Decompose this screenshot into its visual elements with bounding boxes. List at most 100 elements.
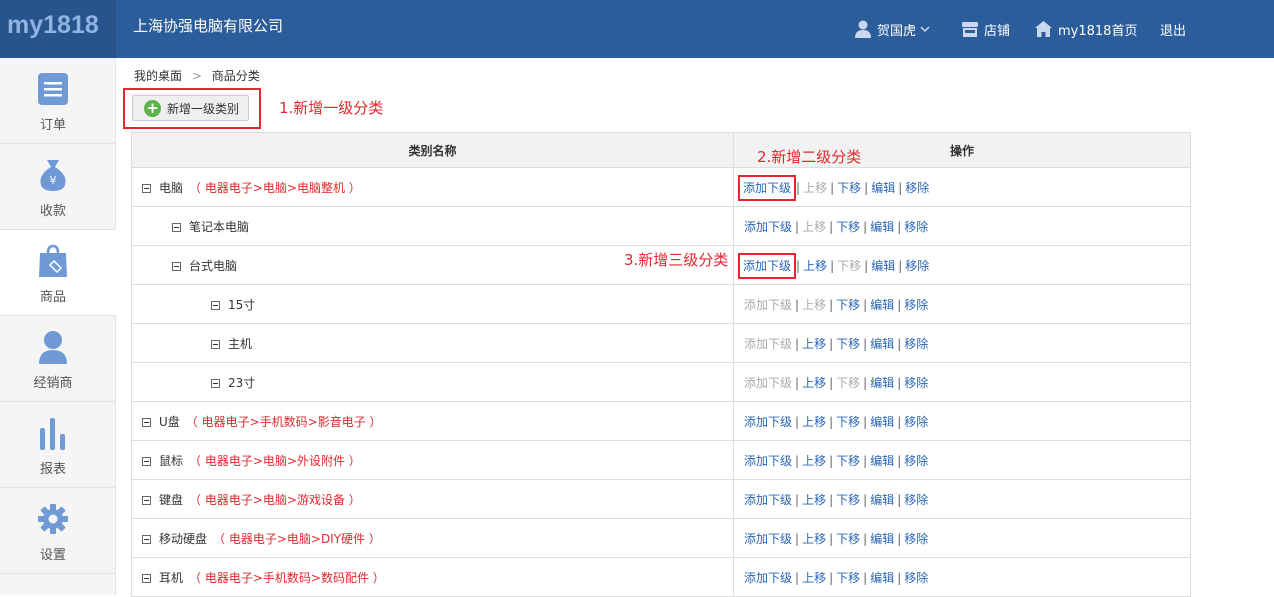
category-name: 键盘 bbox=[159, 492, 184, 507]
company-name: 上海协强电脑有限公司 bbox=[133, 17, 284, 35]
sidebar-item-settings[interactable]: 设置 bbox=[0, 488, 115, 574]
remove-link[interactable]: 移除 bbox=[904, 337, 928, 351]
edit-link[interactable]: 编辑 bbox=[870, 415, 894, 429]
add-child-link[interactable]: 添加下级 bbox=[737, 174, 797, 201]
collapse-toggle-icon[interactable] bbox=[142, 534, 151, 544]
separator: | bbox=[863, 336, 868, 351]
move-down-link[interactable]: 下移 bbox=[836, 220, 860, 234]
collapse-toggle-icon[interactable] bbox=[142, 417, 151, 427]
sidebar-item-distributors[interactable]: 经销商 bbox=[0, 316, 115, 402]
category-path: （ 电器电子>手机数码>数码配件 ） bbox=[189, 570, 385, 585]
remove-link[interactable]: 移除 bbox=[905, 181, 929, 195]
move-up-link: 上移 bbox=[802, 297, 827, 312]
operations-cell: 添加下级 | 上移 | 下移 | 编辑 | 移除 bbox=[733, 284, 1191, 324]
edit-link[interactable]: 编辑 bbox=[870, 376, 894, 390]
category-path: （ 电器电子>电脑>DIY硬件 ） bbox=[213, 531, 381, 546]
category-name-cell: 耳机 （ 电器电子>手机数码>数码配件 ） bbox=[131, 557, 734, 597]
collapse-toggle-icon[interactable] bbox=[142, 456, 151, 466]
remove-link[interactable]: 移除 bbox=[904, 376, 928, 390]
separator: | bbox=[898, 180, 903, 195]
move-up-link[interactable]: 上移 bbox=[802, 493, 826, 507]
breadcrumb-home[interactable]: 我的桌面 bbox=[134, 69, 182, 83]
move-down-link[interactable]: 下移 bbox=[836, 493, 860, 507]
remove-link[interactable]: 移除 bbox=[904, 298, 928, 312]
remove-link[interactable]: 移除 bbox=[905, 259, 929, 273]
table-row: 笔记本电脑 添加下级 | 上移 | 下移 | 编辑 | 移除 bbox=[131, 206, 1191, 246]
add-child-link[interactable]: 添加下级 bbox=[744, 571, 792, 585]
move-down-link[interactable]: 下移 bbox=[836, 571, 860, 585]
move-up-link[interactable]: 上移 bbox=[802, 532, 826, 546]
move-down-link[interactable]: 下移 bbox=[836, 298, 860, 312]
annotation-2: 2.新增二级分类 bbox=[757, 148, 862, 166]
edit-link[interactable]: 编辑 bbox=[871, 181, 895, 195]
add-child-link[interactable]: 添加下级 bbox=[744, 454, 792, 468]
list-icon bbox=[38, 73, 68, 105]
collapse-toggle-icon[interactable] bbox=[142, 573, 151, 583]
move-up-link[interactable]: 上移 bbox=[802, 571, 826, 585]
edit-link[interactable]: 编辑 bbox=[870, 337, 894, 351]
annotation-1: 1.新增一级分类 bbox=[279, 99, 384, 117]
separator: | bbox=[829, 219, 834, 234]
separator: | bbox=[795, 297, 800, 312]
add-top-category-button[interactable]: + 新增一级类别 bbox=[132, 95, 249, 121]
edit-link[interactable]: 编辑 bbox=[870, 532, 894, 546]
edit-link[interactable]: 编辑 bbox=[870, 298, 894, 312]
move-up-link[interactable]: 上移 bbox=[802, 454, 826, 468]
separator: | bbox=[897, 531, 902, 546]
separator: | bbox=[897, 375, 902, 390]
move-down-link[interactable]: 下移 bbox=[836, 337, 860, 351]
collapse-toggle-icon[interactable] bbox=[142, 183, 151, 193]
collapse-toggle-icon[interactable] bbox=[172, 222, 181, 232]
remove-link[interactable]: 移除 bbox=[904, 493, 928, 507]
remove-link[interactable]: 移除 bbox=[904, 415, 928, 429]
add-child-link[interactable]: 添加下级 bbox=[744, 415, 792, 429]
shop-link[interactable]: 店铺 bbox=[962, 0, 1010, 58]
collapse-toggle-icon[interactable] bbox=[172, 261, 181, 271]
collapse-toggle-icon[interactable] bbox=[211, 339, 220, 349]
move-down-link[interactable]: 下移 bbox=[836, 454, 860, 468]
logout-link[interactable]: 退出 bbox=[1160, 0, 1186, 58]
move-down-link[interactable]: 下移 bbox=[836, 532, 860, 546]
remove-link[interactable]: 移除 bbox=[904, 220, 928, 234]
edit-link[interactable]: 编辑 bbox=[870, 454, 894, 468]
category-name: 移动硬盘 bbox=[159, 531, 208, 546]
home-link[interactable]: my1818首页 bbox=[1035, 0, 1137, 58]
separator: | bbox=[830, 180, 835, 195]
logo[interactable]: my1818 bbox=[7, 11, 99, 40]
remove-link[interactable]: 移除 bbox=[904, 532, 928, 546]
edit-link[interactable]: 编辑 bbox=[870, 571, 894, 585]
edit-link[interactable]: 编辑 bbox=[870, 220, 894, 234]
separator: | bbox=[795, 570, 800, 585]
add-child-link[interactable]: 添加下级 bbox=[744, 220, 792, 234]
remove-link[interactable]: 移除 bbox=[904, 571, 928, 585]
user-menu[interactable]: 贺国虎 bbox=[855, 0, 930, 58]
move-up-link[interactable]: 上移 bbox=[802, 415, 826, 429]
add-child-link: 添加下级 bbox=[744, 336, 793, 351]
remove-link[interactable]: 移除 bbox=[904, 454, 928, 468]
category-name-cell: 笔记本电脑 bbox=[131, 206, 734, 246]
shopping-bag-icon bbox=[39, 244, 67, 277]
sidebar-item-orders[interactable]: 订单 bbox=[0, 58, 115, 144]
separator: | bbox=[863, 375, 868, 390]
move-up-link[interactable]: 上移 bbox=[802, 337, 826, 351]
move-down-link[interactable]: 下移 bbox=[836, 415, 860, 429]
add-child-link[interactable]: 添加下级 bbox=[744, 532, 792, 546]
move-up-link[interactable]: 上移 bbox=[803, 259, 827, 273]
add-child-link[interactable]: 添加下级 bbox=[744, 493, 792, 507]
collapse-toggle-icon[interactable] bbox=[211, 300, 220, 310]
edit-link[interactable]: 编辑 bbox=[870, 493, 894, 507]
add-child-link[interactable]: 添加下级 bbox=[737, 252, 797, 279]
sidebar-item-products[interactable]: 商品 bbox=[0, 230, 116, 316]
annotation-3: 3.新增三级分类 bbox=[624, 251, 729, 269]
collapse-toggle-icon[interactable] bbox=[211, 378, 220, 388]
collapse-toggle-icon[interactable] bbox=[142, 495, 151, 505]
edit-link[interactable]: 编辑 bbox=[871, 259, 895, 273]
sidebar-item-reports[interactable]: 报表 bbox=[0, 402, 115, 488]
move-up-link[interactable]: 上移 bbox=[802, 376, 826, 390]
separator: | bbox=[897, 414, 902, 429]
separator: | bbox=[829, 375, 834, 390]
separator: | bbox=[795, 492, 800, 507]
sidebar-item-payments[interactable]: ¥ 收款 bbox=[0, 144, 115, 230]
move-down-link[interactable]: 下移 bbox=[837, 181, 861, 195]
separator: | bbox=[830, 258, 835, 273]
